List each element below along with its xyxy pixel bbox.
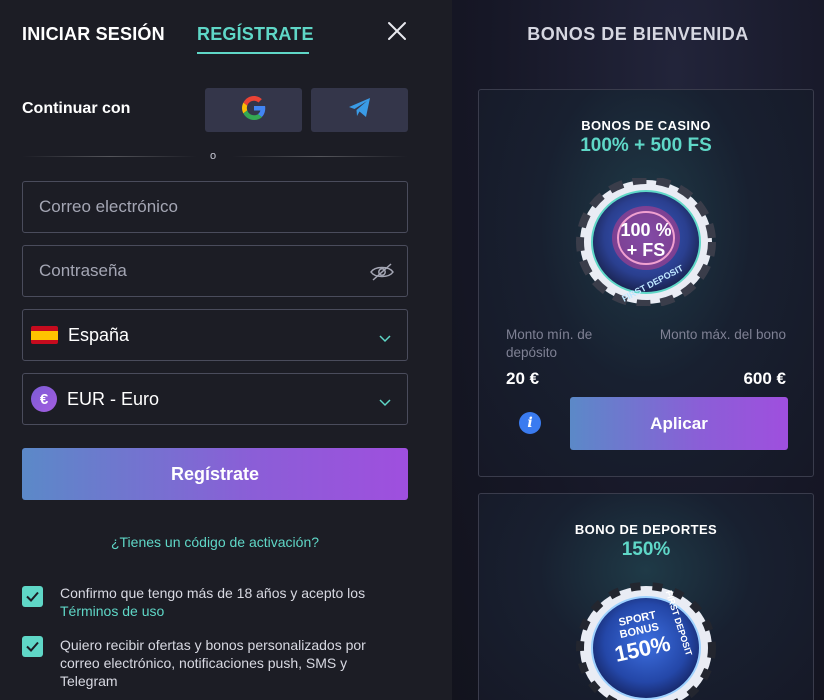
age-terms-checkbox[interactable] xyxy=(22,586,43,607)
sport-bonus-amount: 150% xyxy=(621,539,671,560)
max-bonus-value: 600 € xyxy=(743,369,786,388)
divider-right xyxy=(232,156,408,157)
tab-login[interactable]: INICIAR SESIÓN xyxy=(22,24,165,45)
casino-bonus-amount: 100% + 500 FS xyxy=(580,135,712,156)
spain-flag-icon xyxy=(31,326,58,344)
sport-chip-image: SPORT BONUS 150% FIRST DEPOSIT xyxy=(576,582,716,700)
bonus-header: BONOS DE BIENVENIDA xyxy=(527,24,749,44)
sport-bonus-card: BONO DE DEPORTES 150% SPORT BONUS 150% F… xyxy=(478,493,814,700)
euro-icon: € xyxy=(31,386,57,412)
active-tab-indicator xyxy=(197,52,309,54)
min-deposit-value: 20 € xyxy=(506,369,540,388)
password-field[interactable] xyxy=(22,245,408,297)
info-icon[interactable]: i xyxy=(519,412,541,434)
activation-code-link[interactable]: ¿Tienes un código de activación? xyxy=(0,534,430,550)
auth-panel: INICIAR SESIÓN REGÍSTRATE Continuar con … xyxy=(0,0,452,700)
tab-register[interactable]: REGÍSTRATE xyxy=(197,24,314,45)
close-icon[interactable] xyxy=(386,20,408,42)
apply-bonus-button[interactable]: Aplicar xyxy=(570,397,788,450)
country-value: España xyxy=(68,324,130,345)
max-bonus-label: Monto máx. del bono xyxy=(659,327,786,342)
divider-text: o xyxy=(210,150,217,162)
check-icon xyxy=(26,591,39,602)
check-icon xyxy=(26,641,39,652)
marketing-label: Quiero recibir ofertas y bonos personali… xyxy=(60,637,366,689)
country-select[interactable]: España xyxy=(22,309,408,361)
casino-bonus-card: BONOS DE CASINO 100% + 500 FS 100 % + FS… xyxy=(478,89,814,477)
continue-with-label: Continuar con xyxy=(22,100,131,117)
currency-value: EUR - Euro xyxy=(67,388,160,409)
sport-bonus-title: BONO DE DEPORTES xyxy=(574,522,718,537)
divider-left xyxy=(22,156,197,157)
casino-chip-line2: + FS xyxy=(627,240,666,260)
password-input[interactable] xyxy=(39,261,391,281)
register-button[interactable]: Regístrate xyxy=(22,448,408,500)
age-terms-text: Confirmo que tengo más de 18 años y acep… xyxy=(60,585,366,601)
eye-off-icon[interactable] xyxy=(369,262,395,282)
chevron-down-icon xyxy=(379,330,391,343)
google-icon xyxy=(241,95,266,125)
chevron-down-icon xyxy=(379,394,391,407)
casino-chip-image: 100 % + FS FIRST DEPOSIT xyxy=(576,176,716,311)
age-terms-label: Confirmo que tengo más de 18 años y acep… xyxy=(60,584,400,620)
currency-select[interactable]: € EUR - Euro xyxy=(22,373,408,425)
google-login-button[interactable] xyxy=(205,88,302,132)
email-input[interactable] xyxy=(39,197,391,217)
email-field[interactable] xyxy=(22,181,408,233)
casino-chip-line1: 100 % xyxy=(620,220,671,240)
terms-link[interactable]: Términos de uso xyxy=(60,603,164,619)
marketing-checkbox[interactable] xyxy=(22,636,43,657)
min-deposit-label: Monto mín. de depósito xyxy=(506,327,593,360)
telegram-icon xyxy=(348,97,372,124)
telegram-login-button[interactable] xyxy=(311,88,408,132)
casino-bonus-title: BONOS DE CASINO xyxy=(581,118,711,133)
